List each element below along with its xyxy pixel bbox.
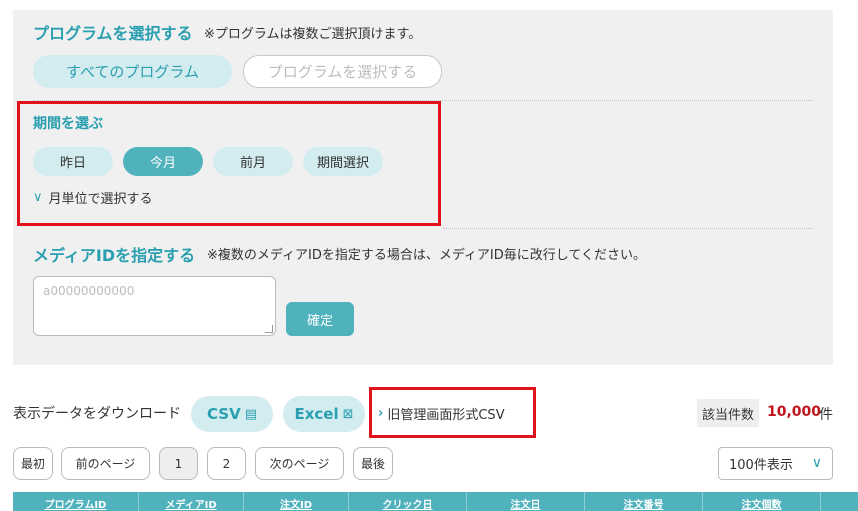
column-header-order-date[interactable]: 注文日 — [467, 492, 585, 511]
chevron-down-icon: ∨ — [811, 455, 822, 471]
result-count-label: 該当件数 — [697, 399, 759, 427]
media-id-input[interactable]: a00000000000 — [33, 276, 276, 336]
program-section-note: ※プログラムは複数ご選択頂けます。 — [204, 27, 422, 42]
chevron-right-icon: › — [378, 406, 384, 421]
column-header-extra[interactable] — [821, 492, 858, 511]
result-count-value: 10,000 — [767, 404, 822, 420]
all-programs-button[interactable]: すべてのプログラム — [33, 55, 232, 88]
divider — [443, 228, 813, 229]
column-header-click-date[interactable]: クリック日 — [349, 492, 467, 511]
period-highlight-box — [17, 101, 441, 226]
download-label: 表示データをダウンロード — [13, 406, 181, 422]
column-header-order-quantity[interactable]: 注文個数 — [703, 492, 821, 511]
first-page-button[interactable]: 最初 — [13, 447, 53, 480]
column-header-order-id[interactable]: 注文ID — [244, 492, 349, 511]
excel-label: Excel — [294, 405, 339, 423]
table-header: プログラムID メディアID 注文ID クリック日 注文日 注文番号 注文個数 — [13, 492, 858, 511]
column-header-program-id[interactable]: プログラムID — [13, 492, 139, 511]
legacy-csv-label: 旧管理画面形式CSV — [387, 408, 505, 423]
resize-grip-icon[interactable] — [265, 325, 273, 333]
page-button-1[interactable]: 1 — [159, 447, 198, 480]
next-page-button[interactable]: 次のページ — [255, 447, 344, 480]
column-header-media-id[interactable]: メディアID — [139, 492, 244, 511]
excel-file-icon: ⊠ — [342, 406, 354, 422]
prev-page-button[interactable]: 前のページ — [61, 447, 150, 480]
column-header-order-number[interactable]: 注文番号 — [585, 492, 703, 511]
result-count-unit: 件 — [819, 407, 833, 423]
last-page-button[interactable]: 最後 — [353, 447, 393, 480]
legacy-csv-link[interactable]: › 旧管理画面形式CSV — [378, 404, 505, 423]
csv-label: CSV — [207, 405, 241, 423]
select-program-button[interactable]: プログラムを選択する — [243, 55, 442, 88]
confirm-button[interactable]: 確定 — [286, 302, 354, 336]
excel-download-button[interactable]: Excel ⊠ — [283, 396, 365, 432]
media-section-note: ※複数のメディアIDを指定する場合は、メディアID毎に改行してください。 — [207, 248, 646, 263]
csv-download-button[interactable]: CSV ▤ — [191, 396, 273, 432]
media-section-title: メディアIDを指定する — [33, 246, 196, 265]
file-icon: ▤ — [244, 406, 257, 422]
per-page-value: 100件表示 — [729, 458, 793, 473]
program-section-title: プログラムを選択する — [33, 24, 193, 43]
per-page-select[interactable]: 100件表示 ∨ — [718, 447, 833, 480]
page-button-2[interactable]: 2 — [207, 447, 246, 480]
media-id-placeholder: a00000000000 — [43, 284, 135, 298]
